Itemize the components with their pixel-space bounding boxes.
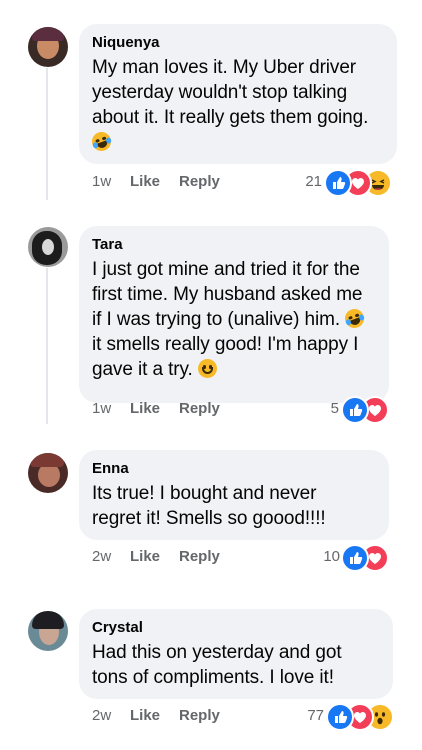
- like-icon: [324, 169, 352, 197]
- avatar[interactable]: [28, 453, 68, 493]
- reaction-count: 21: [305, 173, 322, 190]
- reaction-summary[interactable]: 77: [302, 703, 394, 731]
- like-icon: [326, 703, 354, 731]
- comment-crystal: Crystal Had this on yesterday and got to…: [0, 600, 422, 750]
- comment-bubble: Niquenya My man loves it. My Uber driver…: [79, 24, 397, 164]
- comment-text: Its true! I bought and never regret it! …: [92, 483, 326, 529]
- comment-niquenya: Niquenya My man loves it. My Uber driver…: [0, 0, 422, 210]
- thread-line: [46, 268, 48, 424]
- like-icon: [341, 396, 369, 424]
- comment-enna: Enna Its true! I bought and never regret…: [0, 440, 422, 590]
- comment-timestamp[interactable]: 2w: [92, 707, 111, 724]
- comment-text: I just got mine and tried it for the fir…: [92, 257, 375, 382]
- comment-bubble: Crystal Had this on yesterday and got to…: [79, 609, 393, 699]
- comment-bubble: Tara I just got mine and tried it for th…: [79, 226, 389, 403]
- comment-text: Had this on yesterday and got tons of co…: [92, 642, 342, 688]
- like-icon: [341, 544, 369, 572]
- reaction-count: 77: [307, 707, 324, 724]
- avatar[interactable]: [28, 227, 68, 267]
- like-button[interactable]: Like: [130, 707, 160, 724]
- comment-author[interactable]: Crystal: [92, 619, 379, 637]
- comment-text: My man loves it. My Uber driver yesterda…: [89, 55, 383, 155]
- like-button[interactable]: Like: [130, 548, 160, 565]
- reaction-summary[interactable]: 10: [318, 544, 392, 572]
- reaction-count: 10: [323, 548, 340, 565]
- like-button[interactable]: Like: [130, 400, 160, 417]
- reaction-count: 5: [330, 400, 339, 417]
- thread-line: [46, 68, 48, 200]
- avatar[interactable]: [28, 611, 68, 651]
- comment-author[interactable]: Tara: [92, 236, 375, 254]
- reply-button[interactable]: Reply: [179, 707, 220, 724]
- rofl-emoji-icon: [89, 129, 114, 154]
- comment-timestamp[interactable]: 2w: [92, 548, 111, 565]
- reply-button[interactable]: Reply: [179, 548, 220, 565]
- comment-author[interactable]: Niquenya: [92, 34, 383, 52]
- comment-bubble: Enna Its true! I bought and never regret…: [79, 450, 389, 540]
- comment-timestamp[interactable]: 1w: [92, 400, 111, 417]
- reply-button[interactable]: Reply: [179, 400, 220, 417]
- smiling-emoji-icon: [197, 359, 217, 378]
- avatar[interactable]: [28, 27, 68, 67]
- like-button[interactable]: Like: [130, 173, 160, 190]
- comment-timestamp[interactable]: 1w: [92, 173, 111, 190]
- reaction-summary[interactable]: 21: [300, 169, 392, 197]
- rofl-emoji-icon: [342, 306, 367, 331]
- comment-author[interactable]: Enna: [92, 460, 375, 478]
- comment-tara: Tara I just got mine and tried it for th…: [0, 210, 422, 440]
- reply-button[interactable]: Reply: [179, 173, 220, 190]
- reaction-summary[interactable]: 5: [325, 396, 391, 424]
